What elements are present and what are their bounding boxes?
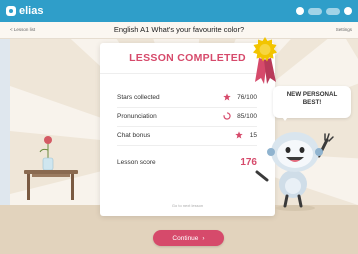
- app: elias < Lesson list English A1 What's yo…: [0, 0, 358, 254]
- top-right-controls: [296, 6, 352, 16]
- row-divider: [117, 126, 257, 127]
- speech-line-1: NEW PERSONAL: [286, 91, 338, 98]
- speech-line-2: BEST!: [302, 99, 322, 106]
- row-label: Chat bonus: [117, 131, 151, 139]
- stats-row-stars: Stars collected 76/100: [117, 91, 257, 103]
- continue-button[interactable]: Continue ›: [153, 230, 224, 246]
- row-divider: [117, 145, 257, 146]
- stats-row-pronunciation: Pronunciation 85/100: [117, 110, 257, 122]
- row-label: Pronunciation: [117, 112, 157, 120]
- top-bar: elias: [0, 0, 358, 22]
- logo-text: elias: [19, 5, 44, 17]
- menu-icon[interactable]: [344, 7, 352, 15]
- profile-icon[interactable]: [296, 7, 304, 15]
- star-icon: [222, 93, 231, 102]
- robot-mascot-icon: [255, 132, 334, 211]
- stats-row-chat-bonus: Chat bonus 15: [117, 129, 257, 141]
- card-title: LESSON COMPLETED: [129, 52, 246, 64]
- lesson-score-row: Lesson score 176: [117, 155, 257, 169]
- streak-pill[interactable]: [308, 7, 322, 15]
- sub-header: < Lesson list English A1 What's your fav…: [0, 22, 358, 39]
- logo-mark-icon: [6, 6, 16, 16]
- speech-bubble-tail: [280, 114, 290, 121]
- star-icon: [235, 131, 244, 140]
- continue-label: Continue: [172, 234, 199, 242]
- row-value: 85/100: [237, 112, 257, 120]
- settings-link[interactable]: Settings: [336, 25, 352, 35]
- chevron-right-icon: ›: [202, 234, 205, 242]
- side-table-with-vase: [24, 136, 78, 200]
- row-label: Stars collected: [117, 93, 160, 101]
- logo[interactable]: elias: [6, 4, 43, 18]
- points-pill[interactable]: [326, 7, 340, 15]
- row-value: 76/100: [237, 93, 257, 101]
- lesson-title: English A1 What's your favourite color?: [113, 25, 245, 34]
- row-divider: [117, 107, 257, 108]
- next-lesson-link[interactable]: Go to next lesson: [100, 203, 275, 208]
- medal-icon: [253, 37, 277, 84]
- lesson-completed-card: LESSON COMPLETED Stars collected 76/100 …: [100, 43, 275, 216]
- speech-text: NEW PERSONAL BEST!: [273, 91, 351, 107]
- card-header: LESSON COMPLETED: [100, 43, 275, 74]
- score-label: Lesson score: [117, 158, 156, 166]
- refresh-icon: [222, 112, 231, 121]
